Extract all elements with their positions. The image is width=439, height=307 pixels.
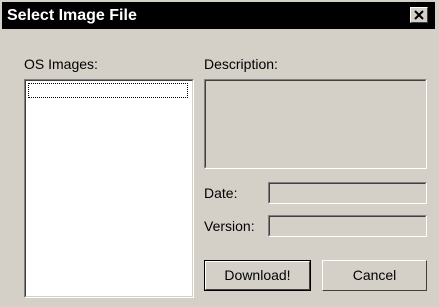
- description-box-frame: [205, 80, 426, 168]
- os-images-listbox-frame: [25, 80, 193, 297]
- download-button[interactable]: Download!: [204, 260, 311, 291]
- version-field-frame: [269, 216, 426, 236]
- cancel-button[interactable]: Cancel: [322, 260, 427, 291]
- select-image-file-dialog: Select Image File OS Images: Description…: [0, 0, 439, 307]
- download-button-label: Download!: [224, 267, 291, 283]
- os-images-listbox[interactable]: [24, 79, 194, 298]
- title-bar[interactable]: Select Image File: [2, 2, 435, 29]
- description-label: Description:: [204, 56, 278, 72]
- description-box: [204, 79, 427, 169]
- version-field: [268, 215, 427, 237]
- close-x-icon: [414, 10, 424, 20]
- date-label: Date:: [204, 185, 238, 201]
- cancel-button-label: Cancel: [352, 267, 397, 283]
- window-title: Select Image File: [7, 7, 137, 24]
- date-field: [268, 182, 427, 204]
- close-button[interactable]: [410, 7, 428, 23]
- version-label: Version:: [204, 218, 255, 234]
- os-images-label: OS Images:: [24, 56, 98, 72]
- list-focus-row[interactable]: [28, 83, 188, 98]
- date-field-frame: [269, 183, 426, 203]
